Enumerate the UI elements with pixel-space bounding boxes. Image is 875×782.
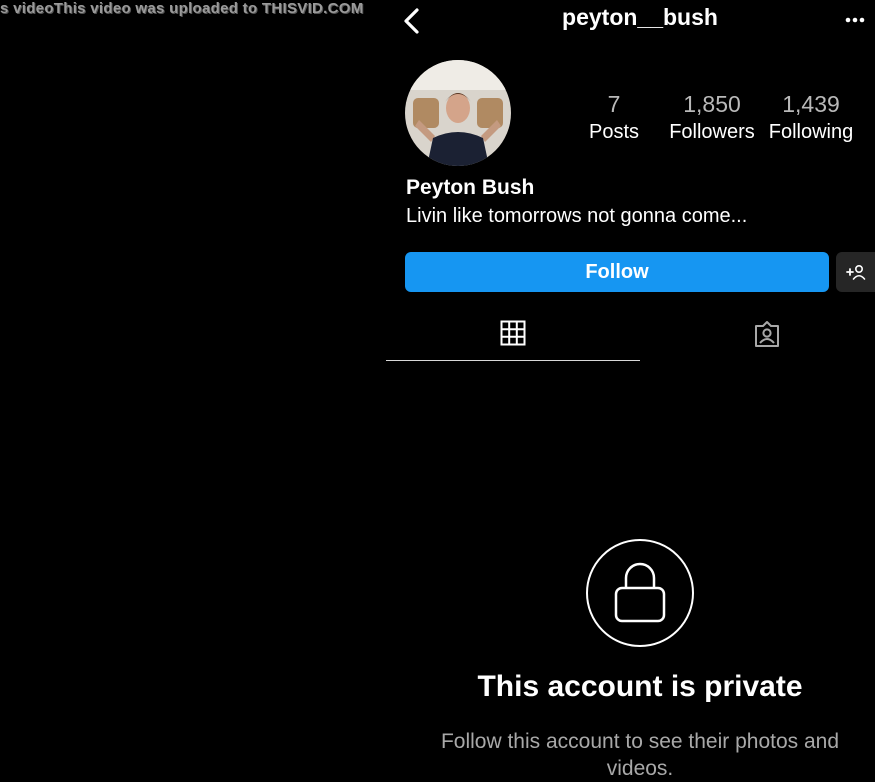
more-options-button[interactable] xyxy=(840,6,870,32)
private-title: This account is private xyxy=(477,670,803,703)
tab-tagged[interactable] xyxy=(640,312,875,360)
display-name: Peyton Bush xyxy=(406,176,535,199)
tagged-icon xyxy=(755,321,779,347)
stat-following-value: 1,439 xyxy=(782,91,840,117)
stat-followers-value: 1,850 xyxy=(683,91,741,117)
watermark: s videoThis video was uploaded to THISVI… xyxy=(0,0,364,17)
stat-posts-value: 7 xyxy=(607,91,621,117)
avatar[interactable] xyxy=(405,60,511,166)
tab-posts-grid[interactable] xyxy=(386,312,640,361)
follow-button[interactable]: Follow xyxy=(405,252,829,292)
chevron-left-icon xyxy=(404,8,419,34)
private-description: Follow this account to see their photos … xyxy=(440,730,840,780)
stat-following-label: Following xyxy=(768,121,854,143)
back-button[interactable] xyxy=(398,6,426,36)
stat-following[interactable]: 1,439 Following xyxy=(764,90,858,146)
stat-posts: 7 Posts xyxy=(574,90,654,146)
stat-followers-label: Followers xyxy=(669,121,755,143)
stat-posts-label: Posts xyxy=(588,121,640,143)
suggested-accounts-button[interactable] xyxy=(836,252,875,292)
lock-icon xyxy=(585,538,695,648)
header-username: peyton__bush xyxy=(562,4,718,30)
grid-icon xyxy=(500,320,526,346)
add-person-icon xyxy=(845,264,865,280)
more-horizontal-icon xyxy=(845,17,865,23)
bio: Livin like tomorrows not gonna come... xyxy=(406,205,748,227)
stat-followers[interactable]: 1,850 Followers xyxy=(662,90,762,146)
